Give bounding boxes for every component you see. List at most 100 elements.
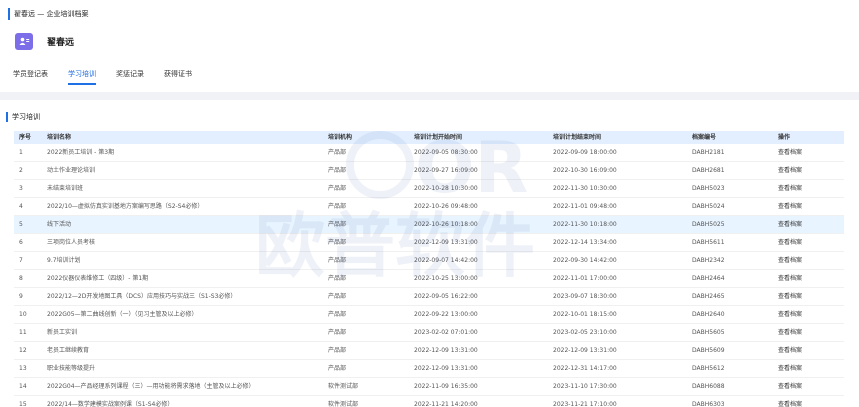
table-cell: 2023-11-21 17:10:00 <box>548 395 687 407</box>
table-cell: DABH2342 <box>687 251 773 270</box>
section-title: 学习培训 <box>6 112 40 122</box>
tab-2[interactable]: 学习培训 <box>68 68 96 85</box>
table-cell: 2022-11-01 09:48:00 <box>548 197 687 216</box>
table-cell: 2022-10-25 13:00:00 <box>409 269 548 288</box>
table-cell: 产品部 <box>323 269 409 288</box>
table-cell: 2022-10-26 10:18:00 <box>409 215 548 234</box>
view-archive-link[interactable]: 查看档案 <box>773 215 844 234</box>
table-row[interactable]: 12 老员工继续教育 产品部 2022-12-09 13:31:00 2022-12-0… <box>14 341 844 360</box>
user-profile: 翟春远 <box>15 33 74 50</box>
table-cell: 产品部 <box>323 305 409 324</box>
table-cell: 5 <box>14 215 42 234</box>
view-archive-link[interactable]: 查看档案 <box>773 359 844 378</box>
table-row[interactable]: 11 新员工实训 产品部 2023-02-02 07:01:00 2023-02-05 … <box>14 323 844 342</box>
view-archive-link[interactable]: 查看档案 <box>773 233 844 252</box>
table-cell: DABH5023 <box>687 179 773 198</box>
table-row[interactable]: 14 2022G04—产品经理系列课程（三）—用功能将需求落地（主管及以上必修）软… <box>14 377 844 396</box>
tab-4[interactable]: 获得证书 <box>164 68 192 85</box>
table-cell: DABH2640 <box>687 305 773 324</box>
table-cell: DABH2464 <box>687 269 773 288</box>
view-archive-link[interactable]: 查看档案 <box>773 341 844 360</box>
table-cell: 2022-10-26 09:48:00 <box>409 197 548 216</box>
table-cell: 2022-11-01 17:00:00 <box>548 269 687 288</box>
table-cell: DABH5605 <box>687 323 773 342</box>
profile-header: 翟春远 — 企业培训档案 翟春远 学员登记表 学习培训 奖惩记录 获得证书 <box>0 0 859 92</box>
table-cell: 线下活动 <box>42 215 323 234</box>
table-cell: 2022新员工培训 - 第3期 <box>42 144 323 162</box>
table-row[interactable]: 2 动土作业理论培训 产品部 2022-09-27 16:09:00 2022-10-3… <box>14 161 844 180</box>
table-cell: DABH2681 <box>687 161 773 180</box>
table-cell: 11 <box>14 323 42 342</box>
view-archive-link[interactable]: 查看档案 <box>773 269 844 288</box>
table-cell: 9 <box>14 287 42 306</box>
user-name: 翟春远 <box>47 38 75 48</box>
table-row[interactable]: 3 未结束培训班 产品部 2022-10-28 10:30:00 2022-11-30 … <box>14 179 844 198</box>
profile-tabs: 学员登记表 学习培训 奖惩记录 获得证书 <box>13 68 212 85</box>
view-archive-link[interactable]: 查看档案 <box>773 395 844 407</box>
table-cell: 2022-10-28 10:30:00 <box>409 179 548 198</box>
column-header: 序号 <box>19 134 32 141</box>
view-archive-link[interactable]: 查看档案 <box>773 305 844 324</box>
table-row[interactable]: 10 2022G05—第二曲线创新（一）（见习主管及以上必修） 产品部 2022-09… <box>14 305 844 324</box>
table-row[interactable]: 7 9.7培训计划 产品部 2022-09-07 14:42:00 2022-09-30… <box>14 251 844 270</box>
table-cell: 3 <box>14 179 42 198</box>
table-cell: 2022-10-30 16:09:00 <box>548 161 687 180</box>
table-cell: DABH5612 <box>687 359 773 378</box>
table-cell: 产品部 <box>323 341 409 360</box>
table-cell: 未结束培训班 <box>42 179 323 198</box>
table-cell: 2022-11-21 14:20:00 <box>409 395 548 407</box>
view-archive-link[interactable]: 查看档案 <box>773 161 844 180</box>
table-cell: 2022-10-01 18:15:00 <box>548 305 687 324</box>
table-cell: 2022-12-09 13:31:00 <box>409 359 548 378</box>
table-cell: 2022-11-09 16:35:00 <box>409 377 548 396</box>
table-cell: 2 <box>14 161 42 180</box>
table-cell: 2022-12-09 13:31:00 <box>409 233 548 252</box>
table-cell: 9.7培训计划 <box>42 251 323 270</box>
table-cell: 2022-11-30 10:30:00 <box>548 179 687 198</box>
table-cell: 2022-09-30 14:42:00 <box>548 251 687 270</box>
table-cell: 产品部 <box>323 251 409 270</box>
table-cell: DABH5611 <box>687 233 773 252</box>
table-row[interactable]: 8 2022仪器仪表维修工（四级）- 第1期 产品部 2022-10-25 13:00… <box>14 269 844 288</box>
table-header-row: 序号 培训名称 培训机构 培训计划开始时间 培训计划结束时间 档案编号 操作 <box>14 131 844 144</box>
table-row[interactable]: 9 2022/12—2D开发地图工具（DCS）应用技巧与实战三（S1-S3必修）产… <box>14 287 844 306</box>
table-cell: 14 <box>14 377 42 396</box>
table-cell: 产品部 <box>323 233 409 252</box>
view-archive-link[interactable]: 查看档案 <box>773 323 844 342</box>
table-cell: 2022-09-05 16:22:00 <box>409 287 548 306</box>
table-row[interactable]: 15 2022/14—数学建模实战案例课（S1-S4必修） 软件测试部 2022-11… <box>14 395 844 407</box>
table-row[interactable]: 6 三项岗位人员考核 产品部 2022-12-09 13:31:00 2022-12-1… <box>14 233 844 252</box>
table-cell: 软件测试部 <box>323 395 409 407</box>
table-row[interactable]: 13 职业技能等级提升 产品部 2022-12-09 13:31:00 2022-12-… <box>14 359 844 378</box>
column-header: 培训计划结束时间 <box>553 134 602 141</box>
view-archive-link[interactable]: 查看档案 <box>773 377 844 396</box>
table-cell: 10 <box>14 305 42 324</box>
table-cell: 8 <box>14 269 42 288</box>
view-archive-link[interactable]: 查看档案 <box>773 251 844 270</box>
column-header: 档案编号 <box>692 134 717 141</box>
table-cell: 2022-09-05 08:30:00 <box>409 144 548 162</box>
view-archive-link[interactable]: 查看档案 <box>773 197 844 216</box>
table-cell: 2022-12-31 14:17:00 <box>548 359 687 378</box>
table-cell: 动土作业理论培训 <box>42 161 323 180</box>
table-cell: 12 <box>14 341 42 360</box>
table-cell: 4 <box>14 197 42 216</box>
table-row[interactable]: 4 2022/10—虚拟仿真实训基地方案编写思路（S2-S4必修） 产品部 2022-… <box>14 197 844 216</box>
view-archive-link[interactable]: 查看档案 <box>773 287 844 306</box>
table-cell: 新员工实训 <box>42 323 323 342</box>
table-cell: 2023-11-10 17:30:00 <box>548 377 687 396</box>
table-cell: 产品部 <box>323 144 409 162</box>
column-header: 操作 <box>778 134 791 141</box>
tab-3[interactable]: 奖惩记录 <box>116 68 144 85</box>
table-cell: 2022-09-09 18:00:00 <box>548 144 687 162</box>
tab-1[interactable]: 学员登记表 <box>13 68 48 85</box>
table-cell: 2022-12-09 13:31:00 <box>409 341 548 360</box>
table-cell: 2022-12-14 13:34:00 <box>548 233 687 252</box>
view-archive-link[interactable]: 查看档案 <box>773 179 844 198</box>
page-title: 翟春远 — 企业培训档案 <box>8 8 88 20</box>
table-row[interactable]: 1 2022新员工培训 - 第3期 产品部 2022-09-05 08:30:00 20… <box>14 144 844 162</box>
table-row[interactable]: 5 线下活动 产品部 2022-10-26 10:18:00 2022-11-30 10… <box>14 215 844 234</box>
table-cell: 2022仪器仪表维修工（四级）- 第1期 <box>42 269 323 288</box>
table-cell: 6 <box>14 233 42 252</box>
view-archive-link[interactable]: 查看档案 <box>773 144 844 162</box>
